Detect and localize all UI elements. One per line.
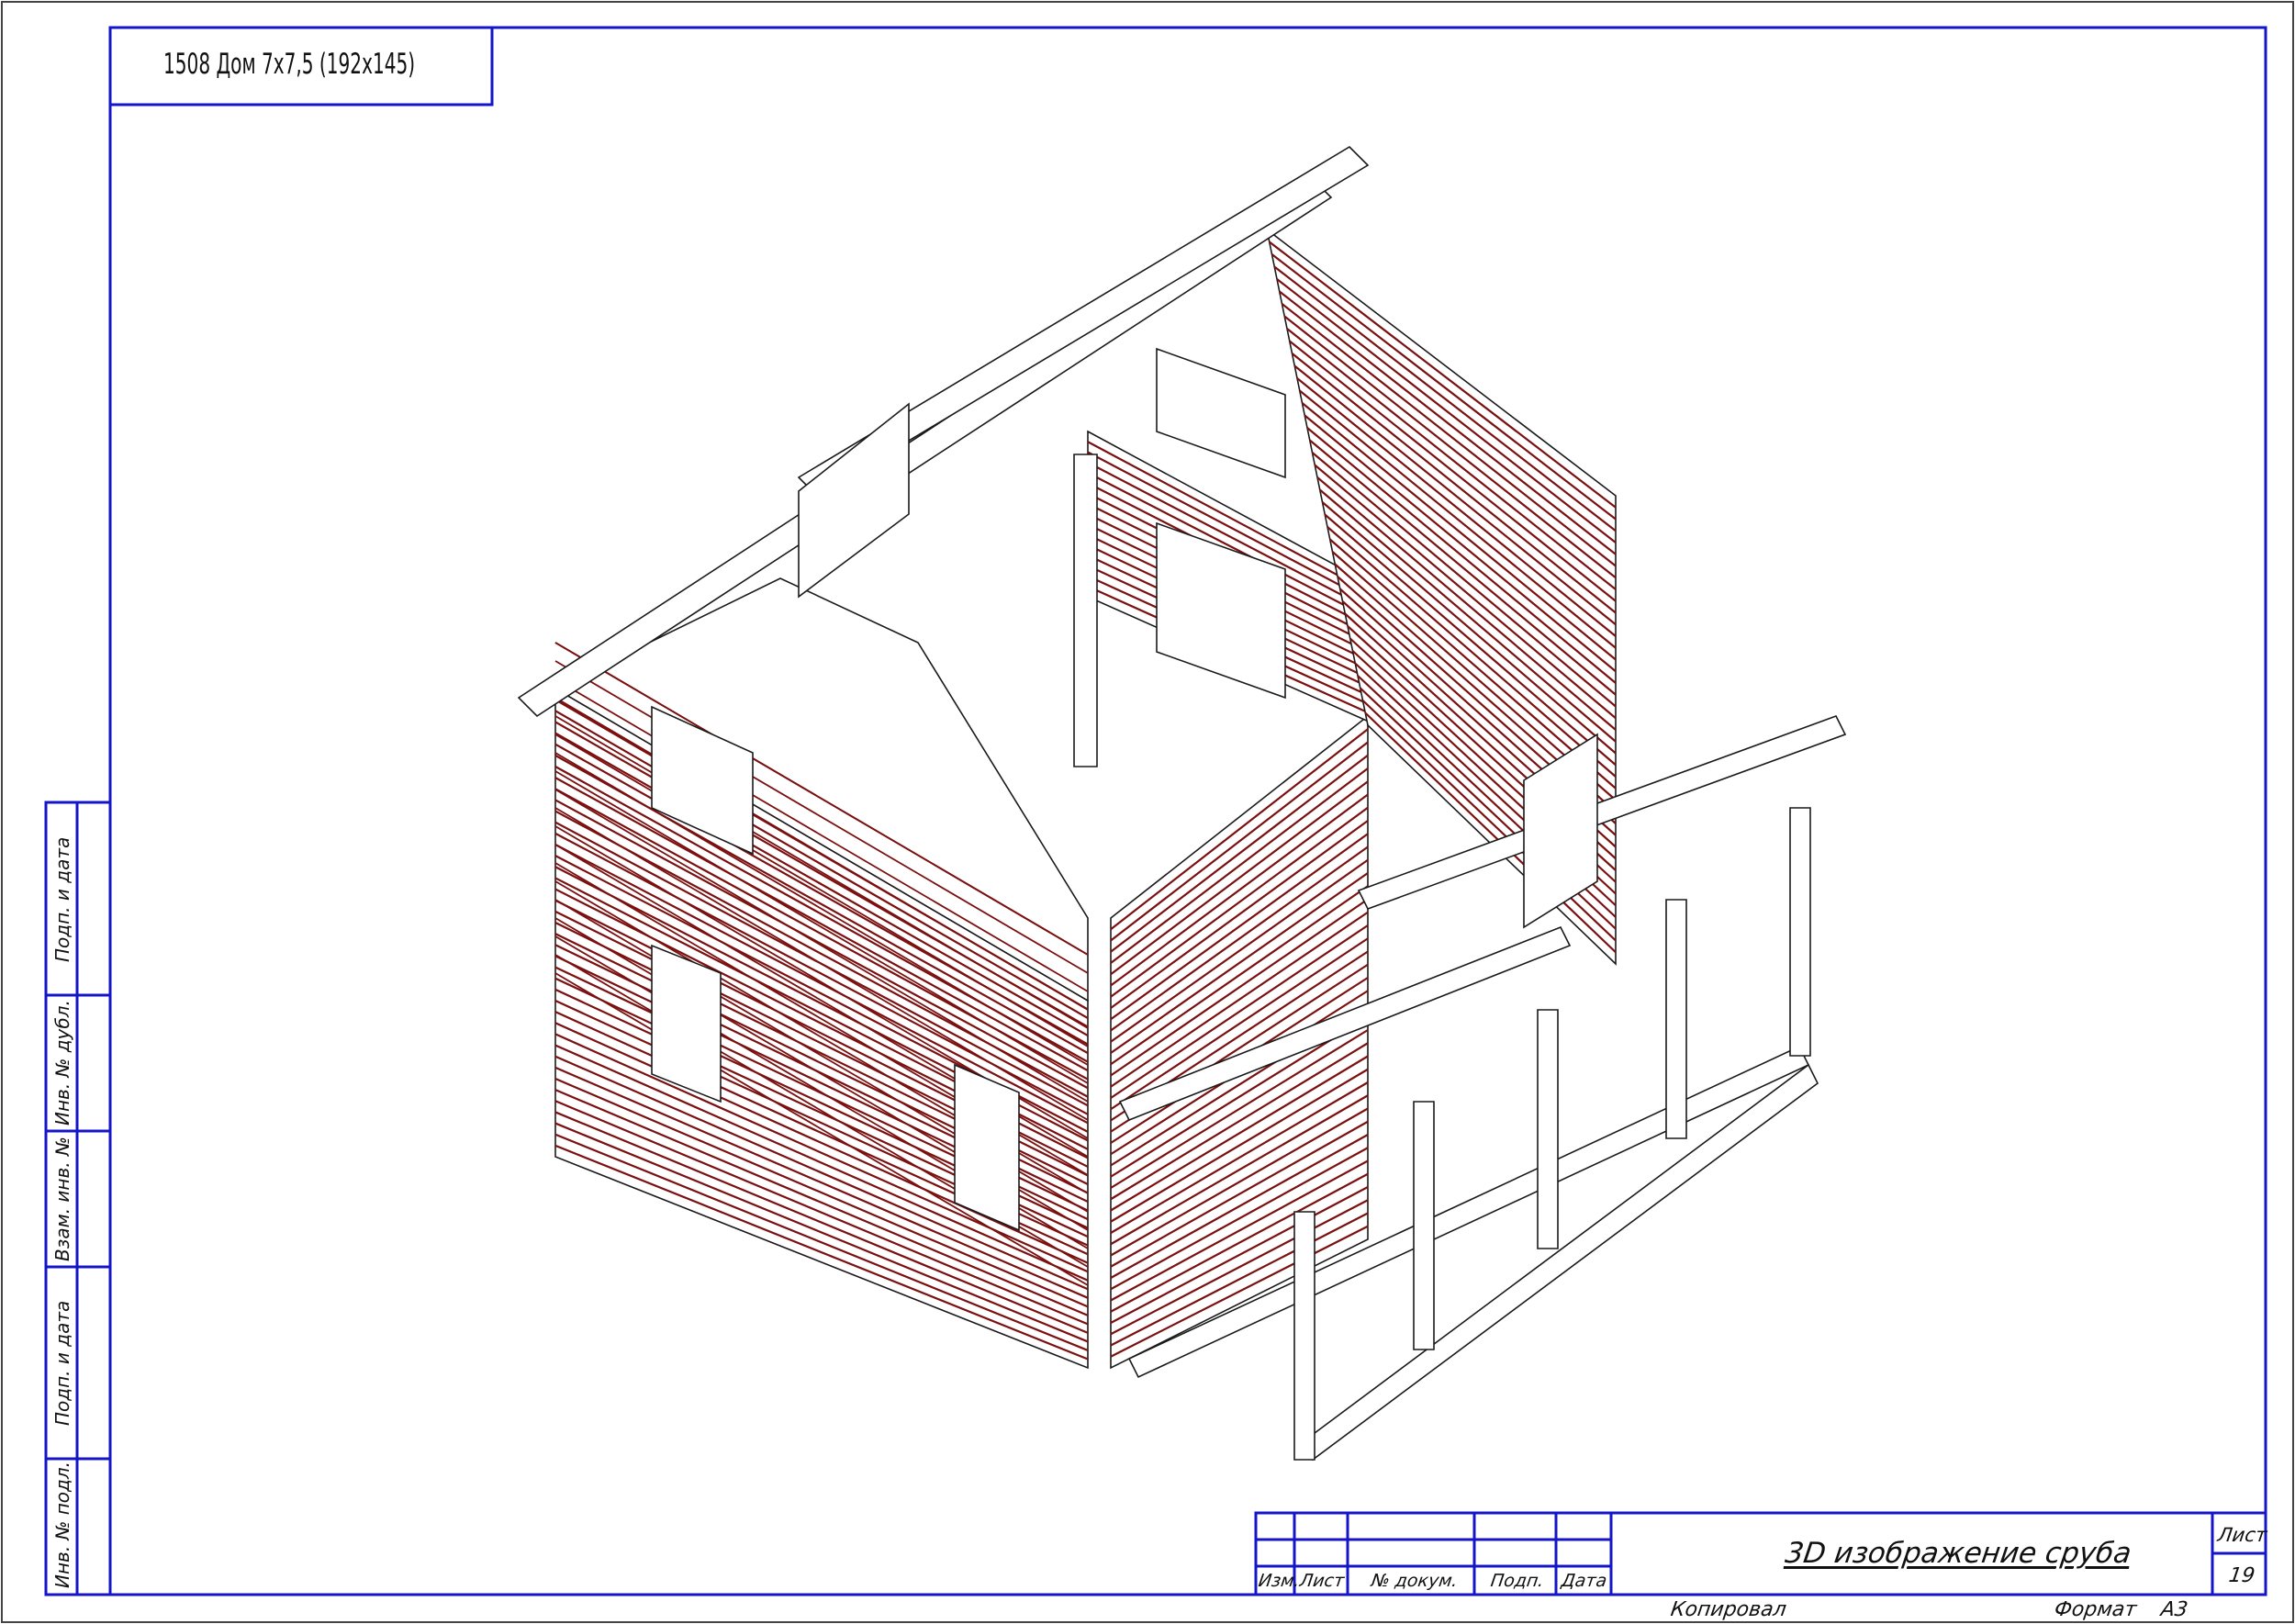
col-izm: Изм. — [1257, 1571, 1302, 1591]
col-podp: Подп. — [1489, 1571, 1546, 1591]
project-title: 1508 Дом 7х7,5 (192х145) — [163, 48, 416, 81]
copied-label: Копировал — [1669, 1598, 1788, 1621]
outer-border — [1, 1, 2294, 1623]
veranda-post-3 — [1537, 1009, 1559, 1249]
window-5 — [1156, 347, 1286, 479]
format-value: А3 — [2159, 1598, 2189, 1621]
format-label: Формат — [2053, 1598, 2139, 1621]
veranda-post-5 — [1789, 807, 1811, 1057]
side-stamp-label-3: Взам. инв. № — [51, 1137, 73, 1261]
house-3d-drawing — [517, 145, 1847, 1462]
side-stamp-label-2: Инв. № дубл. — [51, 1000, 73, 1126]
sheet-number: 19 — [2227, 1564, 2256, 1587]
veranda-post-4 — [1665, 899, 1687, 1139]
window-1 — [651, 944, 722, 1103]
window-2 — [954, 1063, 1020, 1232]
veranda-post-2 — [1413, 1101, 1435, 1350]
sheet-label: Лист — [2216, 1524, 2268, 1546]
drawing-name: 3D изображение сруба — [1783, 1537, 2133, 1570]
veranda-post-1 — [1293, 1211, 1315, 1461]
col-doc: № докум. — [1370, 1571, 1460, 1591]
drawing-sheet — [1, 1, 2294, 1623]
roof-column-back — [798, 402, 910, 599]
side-stamp-label-5: Инв. № подл. — [51, 1462, 73, 1588]
col-data: Дата — [1560, 1571, 1608, 1591]
side-stamp-label-4: Подп. и дата — [51, 1300, 73, 1426]
side-stamp-label-1: Подп. и дата — [51, 836, 73, 962]
interior-post — [1073, 454, 1098, 767]
col-list: Лист — [1298, 1571, 1346, 1591]
